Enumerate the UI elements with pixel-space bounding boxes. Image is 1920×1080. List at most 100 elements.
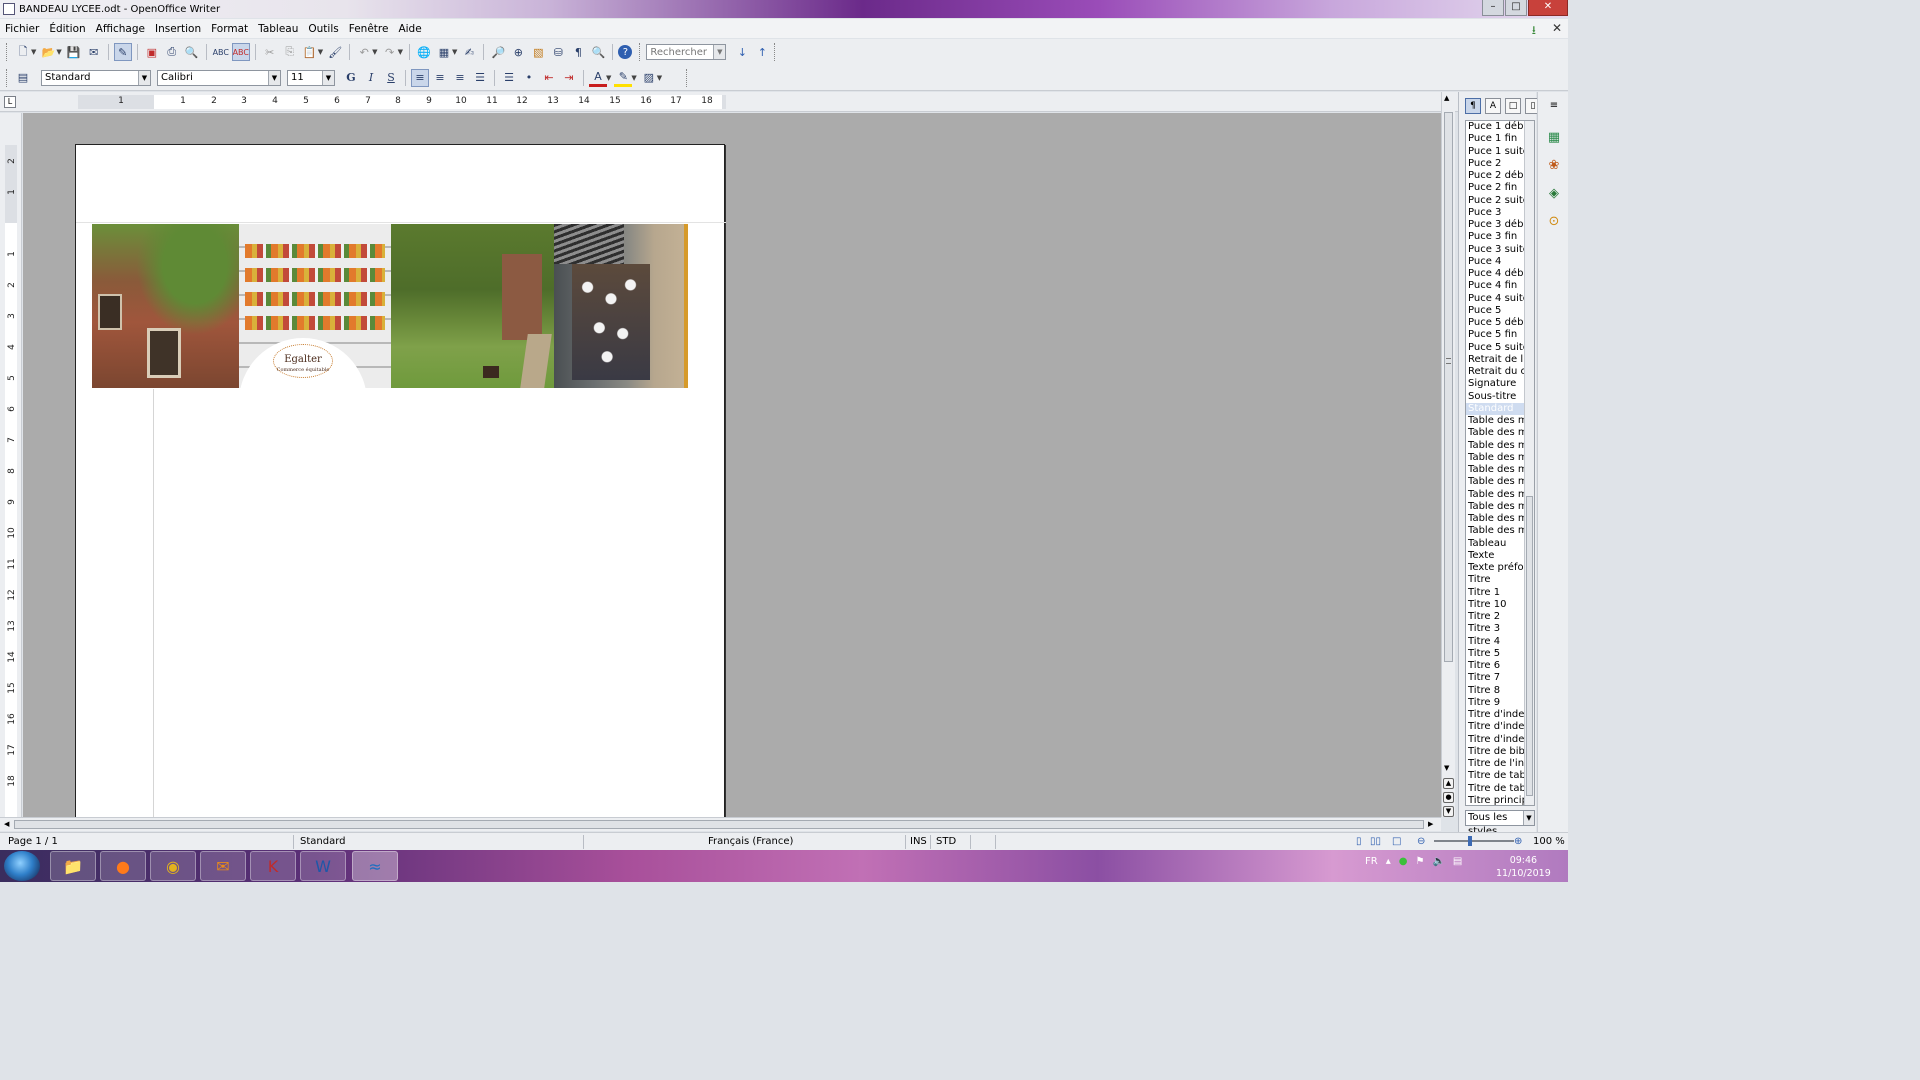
maximize-button[interactable]: □ xyxy=(1505,0,1527,16)
scroll-right-icon[interactable]: ▶ xyxy=(1428,820,1433,828)
increase-indent-icon[interactable]: ⇥ xyxy=(560,69,578,87)
export-pdf-icon[interactable]: ▣ xyxy=(143,43,161,61)
hyperlink-icon[interactable]: 🌐 xyxy=(415,43,433,61)
styles-icon[interactable]: ❀ xyxy=(1544,156,1564,176)
bullets-icon[interactable]: • xyxy=(520,69,538,87)
align-right-icon[interactable]: ≡ xyxy=(451,69,469,87)
menu-edition[interactable]: Édition xyxy=(44,23,90,35)
zoom-level[interactable]: 100 % xyxy=(1533,836,1565,847)
chevron-down-icon[interactable]: ▼ xyxy=(372,48,377,56)
toolbar-handle[interactable] xyxy=(6,68,9,87)
ruler-scale[interactable]: 1 1 2 3 4 5 6 7 8 9 10 11 12 13 14 15 16… xyxy=(78,95,726,109)
zoom-slider-knob[interactable] xyxy=(1468,836,1472,846)
decrease-indent-icon[interactable]: ⇤ xyxy=(540,69,558,87)
menu-tableau[interactable]: Tableau xyxy=(253,23,303,35)
start-button[interactable] xyxy=(4,851,40,881)
paste-icon[interactable]: 📋 xyxy=(301,43,319,61)
minimize-button[interactable]: – xyxy=(1482,0,1504,16)
vertical-ruler[interactable]: 2 1 1 2 3 4 5 6 7 8 9 10 11 12 13 14 15 … xyxy=(0,113,22,817)
toolbar-handle[interactable] xyxy=(774,43,777,61)
menu-affichage[interactable]: Affichage xyxy=(91,23,150,35)
next-page-icon[interactable]: ▼ xyxy=(1443,806,1454,817)
scroll-thumb[interactable] xyxy=(14,820,1424,829)
toolbar-handle[interactable] xyxy=(686,68,689,87)
page-count[interactable]: Page 1 / 1 xyxy=(8,836,58,847)
properties-icon[interactable]: ▦ xyxy=(1544,128,1564,148)
ruler-scale[interactable]: 2 1 1 2 3 4 5 6 7 8 9 10 11 12 13 14 15 … xyxy=(5,145,17,817)
styles-list-scrollbar[interactable] xyxy=(1524,121,1534,805)
park-alley-photo[interactable] xyxy=(391,224,554,388)
find-previous-icon[interactable]: ↑ xyxy=(753,43,771,61)
print-icon[interactable]: ⎙ xyxy=(163,43,181,61)
multi-page-view-icon[interactable]: ▯▯ xyxy=(1370,836,1381,847)
language[interactable]: Français (France) xyxy=(708,836,793,847)
menu-insertion[interactable]: Insertion xyxy=(150,23,206,35)
font-color-icon[interactable]: A xyxy=(589,69,607,87)
save-icon[interactable]: 💾 xyxy=(65,43,83,61)
search-input[interactable]: Rechercher ▼ xyxy=(646,44,727,60)
navigator-icon[interactable]: ⊕ xyxy=(509,43,527,61)
autospellcheck-icon[interactable]: ABC xyxy=(231,43,250,61)
chrome-icon[interactable]: ◉ xyxy=(150,851,196,881)
chevron-down-icon[interactable]: ▼ xyxy=(268,70,280,85)
cut-icon[interactable]: ✂ xyxy=(261,43,279,61)
gallery-icon[interactable]: ▧ xyxy=(529,43,547,61)
page-style[interactable]: Standard xyxy=(300,836,346,847)
toolbar-handle[interactable] xyxy=(639,43,642,61)
scroll-down-icon[interactable]: ▼ xyxy=(1444,764,1449,772)
zoom-out-icon[interactable]: ⊖ xyxy=(1417,836,1425,847)
horizontal-scrollbar[interactable]: ◀ ▶ xyxy=(0,817,1441,831)
numbering-icon[interactable]: ☰ xyxy=(500,69,518,87)
scroll-left-icon[interactable]: ◀ xyxy=(4,820,9,828)
table-icon[interactable]: ▦ xyxy=(435,43,453,61)
align-left-icon[interactable]: ≡ xyxy=(411,68,429,87)
banner-image-strip[interactable]: Egalter Commerce équitable xyxy=(92,224,688,388)
kaspersky-icon[interactable]: K xyxy=(250,851,296,881)
chevron-down-icon[interactable]: ▼ xyxy=(322,70,334,85)
spellcheck-icon[interactable]: ABC xyxy=(212,43,230,61)
document-workarea[interactable]: Egalter Commerce équitable xyxy=(23,113,1441,817)
chevron-down-icon[interactable]: ▼ xyxy=(657,74,662,82)
menu-fenetre[interactable]: Fenêtre xyxy=(344,23,394,35)
zoom-in-icon[interactable]: ⊕ xyxy=(1514,836,1522,847)
firefox-icon[interactable]: ● xyxy=(100,851,146,881)
chevron-down-icon[interactable]: ▼ xyxy=(713,45,726,59)
find-replace-icon[interactable]: 🔎 xyxy=(489,43,507,61)
system-clock[interactable]: 09:46 11/10/2019 xyxy=(1496,854,1551,880)
align-center-icon[interactable]: ≡ xyxy=(431,69,449,87)
frame-styles-icon[interactable]: □ xyxy=(1505,98,1521,114)
chevron-down-icon[interactable]: ▼ xyxy=(138,70,150,85)
formatting-marks-icon[interactable]: ¶ xyxy=(569,43,587,61)
find-next-icon[interactable]: ↓ xyxy=(733,43,751,61)
navigation-icon[interactable]: ● xyxy=(1443,792,1454,803)
zoom-slider[interactable] xyxy=(1434,836,1514,846)
styles-formatting-icon[interactable]: ▤ xyxy=(14,69,32,87)
scroll-thumb[interactable] xyxy=(1526,496,1533,796)
menu-fichier[interactable]: Fichier xyxy=(0,23,44,35)
input-language[interactable]: FR xyxy=(1365,856,1378,867)
security-icon[interactable]: ● xyxy=(1399,856,1408,867)
menu-format[interactable]: Format xyxy=(206,23,253,35)
navigator-icon[interactable]: ⊙ xyxy=(1544,212,1564,232)
chevron-down-icon[interactable]: ▼ xyxy=(1523,811,1534,825)
selection-mode[interactable]: STD xyxy=(936,836,956,847)
new-document-icon[interactable]: 🗋 xyxy=(14,43,32,61)
gallery-icon[interactable]: ◈ xyxy=(1544,184,1564,204)
zoom-icon[interactable]: 🔍 xyxy=(589,43,607,61)
copy-icon[interactable]: ⎘ xyxy=(281,43,299,61)
redo-icon[interactable]: ↷ xyxy=(381,43,399,61)
tab-stop-selector[interactable]: L xyxy=(4,96,16,108)
font-name-select[interactable]: Calibri ▼ xyxy=(157,69,281,86)
email-icon[interactable]: ✉ xyxy=(85,43,103,61)
explorer-icon[interactable]: 📁 xyxy=(50,851,96,881)
styles-filter-select[interactable]: Tous les styles ▼ xyxy=(1465,810,1535,837)
fair-trade-shop-photo[interactable]: Egalter Commerce équitable xyxy=(239,224,391,388)
chevron-down-icon[interactable]: ▼ xyxy=(56,48,61,56)
highlight-icon[interactable]: ✎ xyxy=(614,69,633,87)
justify-icon[interactable]: ☰ xyxy=(471,69,489,87)
menu-aide[interactable]: Aide xyxy=(393,23,426,35)
undo-icon[interactable]: ↶ xyxy=(355,43,373,61)
students-group-photo[interactable] xyxy=(554,224,688,388)
paragraph-style-select[interactable]: Standard ▼ xyxy=(41,69,151,86)
background-color-icon[interactable]: ▨ xyxy=(640,69,658,87)
